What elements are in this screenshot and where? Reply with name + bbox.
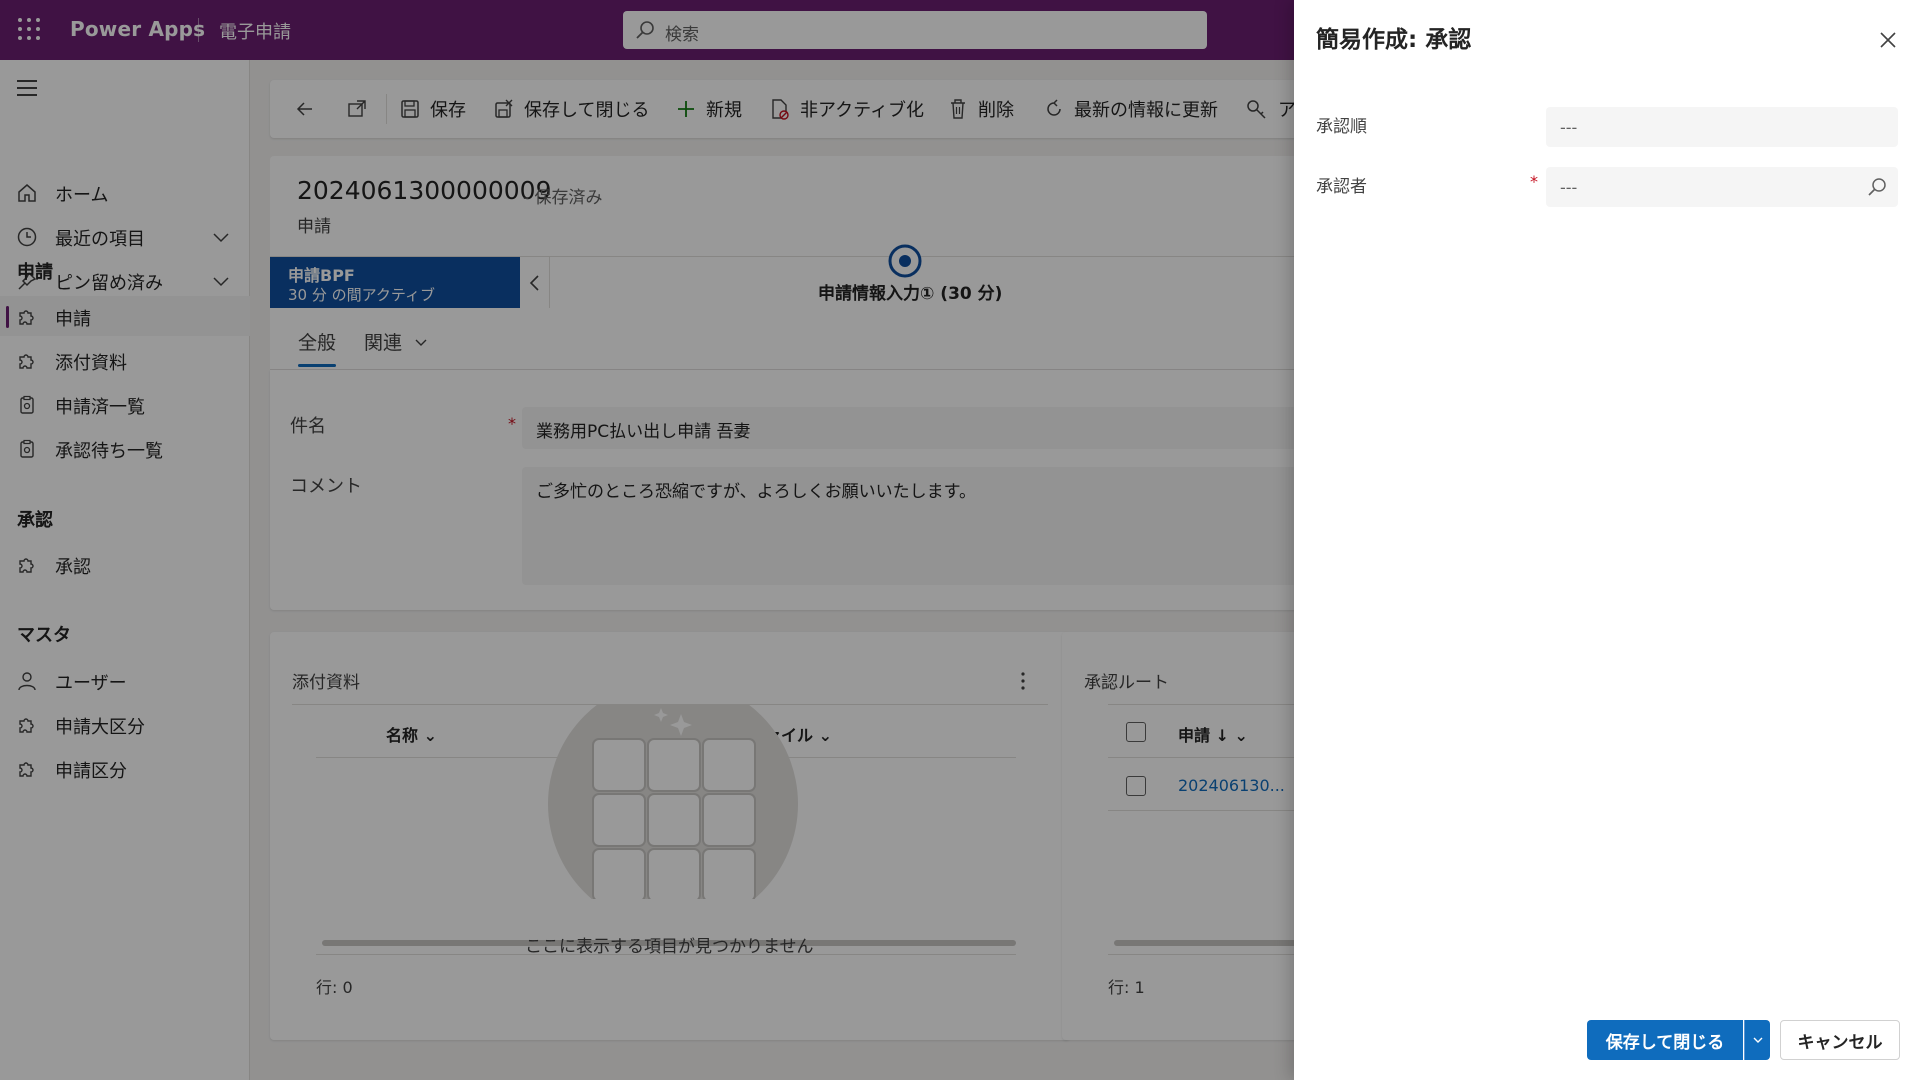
save-and-close-button[interactable]: 保存して閉じる — [1587, 1020, 1743, 1060]
quick-create-title: 簡易作成: 承認 — [1316, 27, 1472, 53]
close-icon[interactable] — [1876, 28, 1900, 52]
approval-order-label: 承認順 — [1316, 117, 1367, 137]
save-options-dropdown[interactable] — [1744, 1020, 1770, 1060]
modal-overlay[interactable] — [0, 0, 1294, 1080]
approval-order-field[interactable]: --- — [1546, 107, 1898, 147]
approver-label: 承認者 — [1316, 177, 1367, 197]
cancel-button[interactable]: キャンセル — [1780, 1020, 1900, 1060]
approver-lookup-field[interactable]: --- — [1546, 167, 1898, 207]
approver-value: --- — [1560, 178, 1578, 197]
quick-create-panel: 簡易作成: 承認 承認順 --- 承認者 * --- 保存して閉じる キャンセル — [1294, 0, 1920, 1080]
search-icon[interactable] — [1866, 176, 1888, 198]
required-marker: * — [1530, 172, 1538, 191]
chevron-down-icon — [1753, 1037, 1762, 1043]
